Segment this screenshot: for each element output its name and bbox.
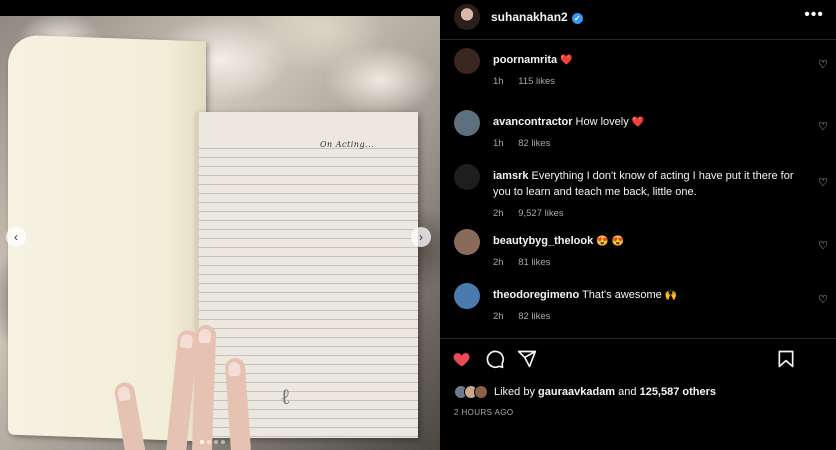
carousel-dot — [207, 440, 211, 444]
comment-likes[interactable]: 9,527 likes — [518, 208, 563, 219]
carousel-dot — [200, 440, 204, 444]
comment-body: poornamrita ❤️ — [493, 52, 803, 69]
notebook-doodle: ℓ — [280, 385, 291, 410]
post-timestamp: 2 HOURS AGO — [454, 408, 514, 417]
likes-prefix: Liked by — [494, 386, 535, 398]
likes-count[interactable]: 125,587 others — [640, 386, 716, 398]
comment-time: 1h — [493, 138, 504, 149]
comment-meta: 1h 82 likes — [493, 138, 562, 149]
comment-text: How lovely — [575, 116, 629, 128]
comment-time: 1h — [493, 76, 504, 87]
post-header: suhanakhan2 ✓ ••• — [440, 0, 836, 40]
comment-like-icon[interactable]: ♡ — [818, 58, 828, 71]
action-bar — [440, 338, 836, 378]
hand-finger — [191, 324, 217, 450]
commenter-username[interactable]: beautybyg_thelook — [493, 235, 593, 247]
commenter-avatar[interactable] — [454, 229, 480, 255]
more-options-icon[interactable]: ••• — [804, 6, 824, 24]
liked-by-user[interactable]: gauraavkadam — [538, 386, 615, 398]
comment-emoji: ❤️ — [560, 55, 573, 66]
comment-likes[interactable]: 82 likes — [518, 311, 550, 322]
comment-meta: 1h 115 likes — [493, 76, 567, 87]
comment-like-icon[interactable]: ♡ — [818, 176, 828, 189]
commenter-avatar[interactable] — [454, 48, 480, 74]
heart-icon[interactable] — [452, 349, 472, 369]
comment-body: beautybyg_thelook 😍 😍 — [493, 233, 803, 250]
comment-likes[interactable]: 82 likes — [518, 138, 550, 149]
comment-like-icon[interactable]: ♡ — [818, 293, 828, 306]
comment-time: 2h — [493, 311, 504, 322]
comment-time: 2h — [493, 208, 504, 219]
comment-body: iamsrk Everything I don't know of acting… — [493, 168, 803, 201]
carousel-dots — [200, 440, 225, 444]
commenter-avatar[interactable] — [454, 283, 480, 309]
liker-avatar — [474, 385, 488, 399]
comment-emoji: ❤️ — [631, 117, 645, 128]
commenter-username[interactable]: avancontractor — [493, 116, 572, 128]
verified-badge-icon: ✓ — [571, 13, 583, 24]
comment-likes[interactable]: 115 likes — [518, 76, 555, 87]
comment-meta: 2h 81 likes — [493, 257, 562, 268]
author-avatar[interactable] — [454, 4, 480, 30]
comment-emoji: 🙌 — [664, 290, 678, 301]
comment-like-icon[interactable]: ♡ — [818, 120, 828, 133]
carousel-dot — [221, 440, 225, 444]
carousel-next-button[interactable]: › — [411, 227, 431, 247]
carousel-prev-button[interactable]: ‹ — [6, 227, 26, 247]
comment-likes[interactable]: 81 likes — [518, 257, 550, 268]
comment-emoji: 😍 😍 — [596, 236, 624, 247]
commenter-avatar[interactable] — [454, 164, 480, 190]
likes-summary[interactable]: Liked by gauraavkadam and 125,587 others — [454, 383, 716, 401]
comment-text: That's awesome — [582, 289, 662, 301]
comment-like-icon[interactable]: ♡ — [818, 239, 828, 252]
comment-body: avancontractor How lovely ❤️ — [493, 114, 803, 131]
comment-body: theodoregimeno That's awesome 🙌 — [493, 287, 803, 304]
bookmark-icon[interactable] — [776, 349, 796, 369]
commenter-username[interactable]: theodoregimeno — [493, 289, 579, 301]
commenter-username[interactable]: poornamrita — [493, 54, 557, 66]
notebook-header-band — [199, 112, 418, 138]
commenter-username[interactable]: iamsrk — [493, 170, 528, 182]
notebook-handwriting: On Acting... — [320, 140, 375, 149]
comments-list[interactable]: poornamrita ❤️ 1h 115 likes ♡ avancontra… — [440, 41, 836, 333]
carousel-dot — [214, 440, 218, 444]
post-photo[interactable]: On Acting... ℓ ‹ › — [0, 0, 440, 450]
post-side-panel: suhanakhan2 ✓ ••• poornamrita ❤️ 1h 115 l… — [440, 0, 836, 450]
comment-text: Everything I don't know of acting I have… — [493, 170, 794, 198]
comment-meta: 2h 9,527 likes — [493, 208, 576, 219]
commenter-avatar[interactable] — [454, 110, 480, 136]
author-username[interactable]: suhanakhan2 — [491, 10, 568, 24]
photo-top-strip — [0, 0, 440, 16]
likes-conjunction: and — [618, 386, 637, 398]
comment-meta: 2h 82 likes — [493, 311, 562, 322]
share-icon[interactable] — [517, 349, 537, 369]
comment-time: 2h — [493, 257, 504, 268]
comment-icon[interactable] — [485, 349, 505, 369]
